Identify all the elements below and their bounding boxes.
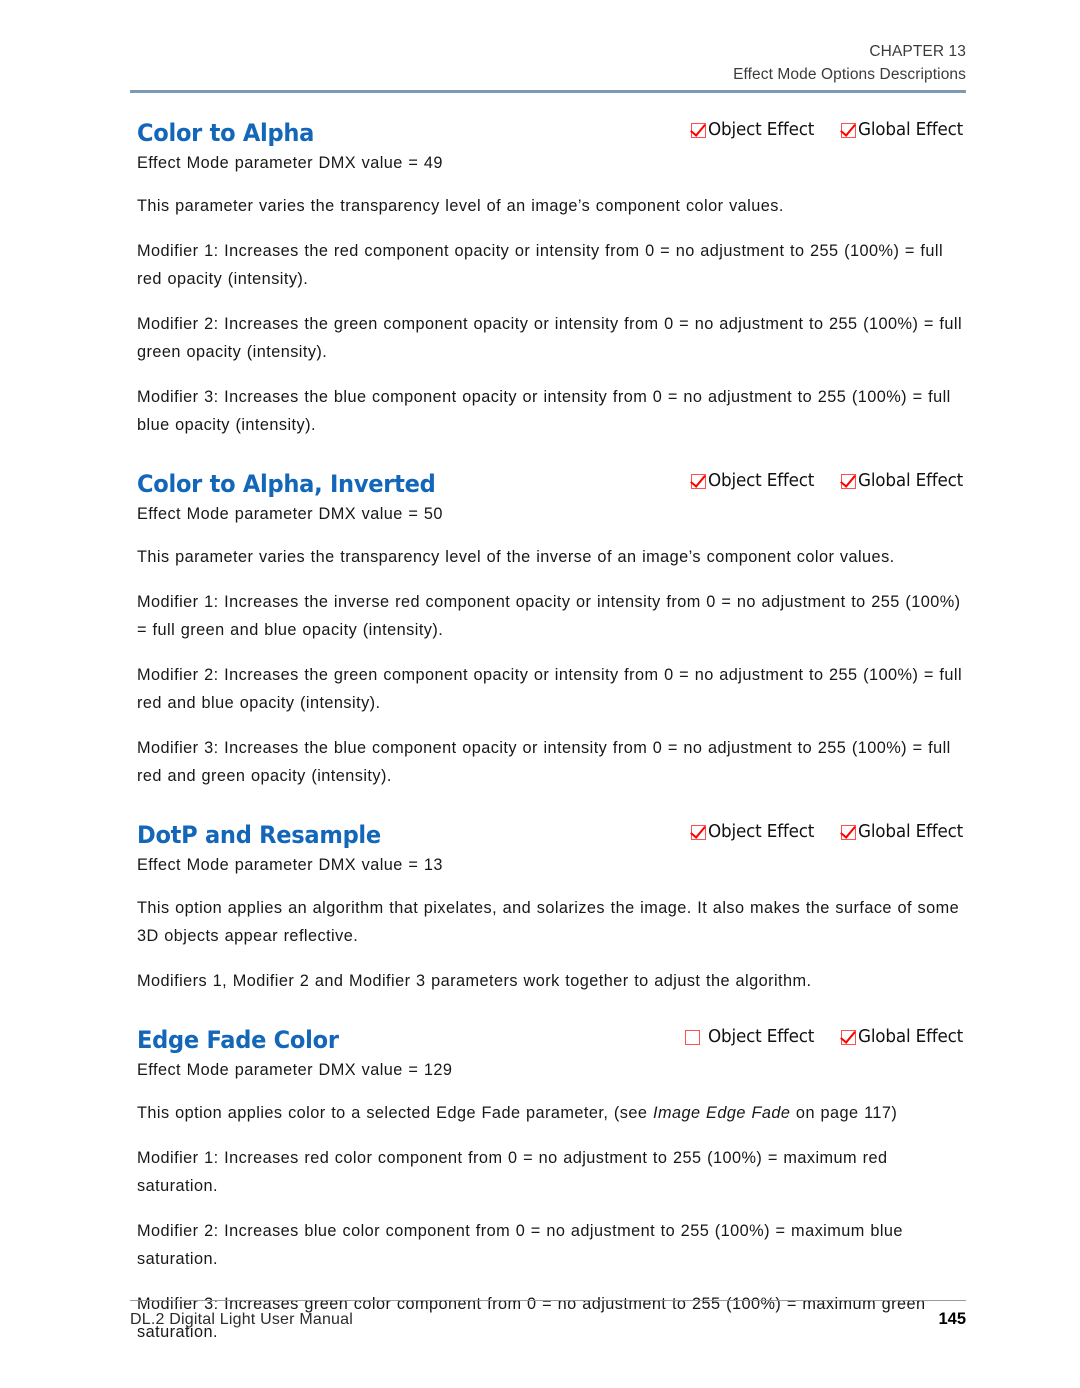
object-effect-label: Object Effect — [707, 120, 815, 140]
cross-reference-link[interactable]: Image Edge Fade — [653, 1104, 790, 1122]
section-color-to-alpha: Color to Alpha Object Effect Global Effe… — [137, 118, 967, 439]
section-color-to-alpha-inverted: Color to Alpha, Inverted Object Effect G… — [137, 469, 967, 790]
checkbox-checked-icon[interactable] — [840, 1029, 856, 1045]
section-header: DotP and Resample Object Effect Global E… — [137, 820, 967, 854]
object-effect-flag[interactable]: Object Effect — [690, 120, 819, 140]
modifier-text: Modifier 2: Increases blue color compone… — [137, 1222, 903, 1268]
global-effect-flag[interactable]: Global Effect — [840, 1027, 967, 1047]
global-effect-flag[interactable]: Global Effect — [840, 471, 967, 491]
modifier-text: Modifiers 1, Modifier 2 and Modifier 3 p… — [137, 972, 812, 990]
modifier-text: Modifier 2: Increases the green componen… — [137, 315, 963, 361]
global-effect-flag[interactable]: Global Effect — [840, 822, 967, 842]
header-divider — [130, 90, 966, 93]
page-number: 145 — [938, 1310, 966, 1328]
modifier-text: Modifier 3: Increases the blue component… — [137, 739, 951, 785]
section-header: Color to Alpha, Inverted Object Effect G… — [137, 469, 967, 503]
modifier-text: Modifier 3: Increases the blue component… — [137, 388, 951, 434]
checkbox-checked-icon[interactable] — [840, 824, 856, 840]
global-effect-label: Global Effect — [857, 1027, 963, 1047]
section-description: This option applies an algorithm that pi… — [137, 899, 960, 945]
modifier-text: Modifier 1: Increases red color componen… — [137, 1149, 888, 1195]
checkbox-checked-icon[interactable] — [840, 122, 856, 138]
global-effect-label: Global Effect — [857, 822, 963, 842]
dmx-value-line: Effect Mode parameter DMX value = 129 — [137, 1061, 453, 1079]
checkbox-checked-icon[interactable] — [690, 473, 706, 489]
page-title: DotP and Resample — [137, 821, 381, 849]
page-footer: DL.2 Digital Light User Manual 145 — [130, 1310, 966, 1329]
modifier-text: Modifier 1: Increases the red component … — [137, 242, 944, 288]
header-subtitle: Effect Mode Options Descriptions — [733, 66, 966, 83]
checkbox-unchecked-icon[interactable] — [684, 1029, 700, 1045]
object-effect-flag[interactable]: Object Effect — [684, 1027, 819, 1047]
global-effect-label: Global Effect — [857, 471, 963, 491]
object-effect-label: Object Effect — [707, 471, 815, 491]
page-title: Color to Alpha, Inverted — [137, 470, 436, 498]
effect-flags: Object Effect Global Effect — [690, 120, 967, 140]
global-effect-flag[interactable]: Global Effect — [840, 120, 967, 140]
modifier-text: Modifier 1: Increases the inverse red co… — [137, 593, 961, 639]
document-page: CHAPTER 13 Effect Mode Options Descripti… — [0, 0, 1080, 1388]
dmx-value-line: Effect Mode parameter DMX value = 50 — [137, 505, 443, 523]
section-edge-fade-color: Edge Fade Color Object Effect Global Eff… — [137, 1025, 967, 1346]
effect-flags: Object Effect Global Effect — [684, 1027, 967, 1047]
dmx-value-line: Effect Mode parameter DMX value = 49 — [137, 154, 443, 172]
section-dotp-and-resample: DotP and Resample Object Effect Global E… — [137, 820, 967, 995]
page-header: CHAPTER 13 Effect Mode Options Descripti… — [130, 40, 966, 86]
document-content: Color to Alpha Object Effect Global Effe… — [137, 118, 967, 1346]
page-title: Edge Fade Color — [137, 1026, 339, 1054]
description-pre: This option applies color to a selected … — [137, 1104, 653, 1122]
checkbox-checked-icon[interactable] — [840, 473, 856, 489]
global-effect-label: Global Effect — [857, 120, 963, 140]
effect-flags: Object Effect Global Effect — [690, 471, 967, 491]
description-post: on page 117) — [790, 1104, 898, 1122]
object-effect-flag[interactable]: Object Effect — [690, 822, 819, 842]
section-description: This parameter varies the transparency l… — [137, 548, 895, 566]
section-description: This option applies color to a selected … — [137, 1099, 967, 1127]
header-chapter: CHAPTER 13 — [869, 43, 966, 60]
object-effect-flag[interactable]: Object Effect — [690, 471, 819, 491]
object-effect-label: Object Effect — [707, 1027, 815, 1047]
manual-title: DL.2 Digital Light User Manual — [130, 1311, 353, 1328]
section-header: Color to Alpha Object Effect Global Effe… — [137, 118, 967, 152]
checkbox-checked-icon[interactable] — [690, 824, 706, 840]
footer-divider — [130, 1300, 966, 1301]
object-effect-label: Object Effect — [707, 822, 815, 842]
section-description: This parameter varies the transparency l… — [137, 197, 784, 215]
effect-flags: Object Effect Global Effect — [690, 822, 967, 842]
modifier-text: Modifier 2: Increases the green componen… — [137, 666, 963, 712]
section-header: Edge Fade Color Object Effect Global Eff… — [137, 1025, 967, 1059]
checkbox-checked-icon[interactable] — [690, 122, 706, 138]
dmx-value-line: Effect Mode parameter DMX value = 13 — [137, 856, 443, 874]
page-title: Color to Alpha — [137, 119, 315, 147]
